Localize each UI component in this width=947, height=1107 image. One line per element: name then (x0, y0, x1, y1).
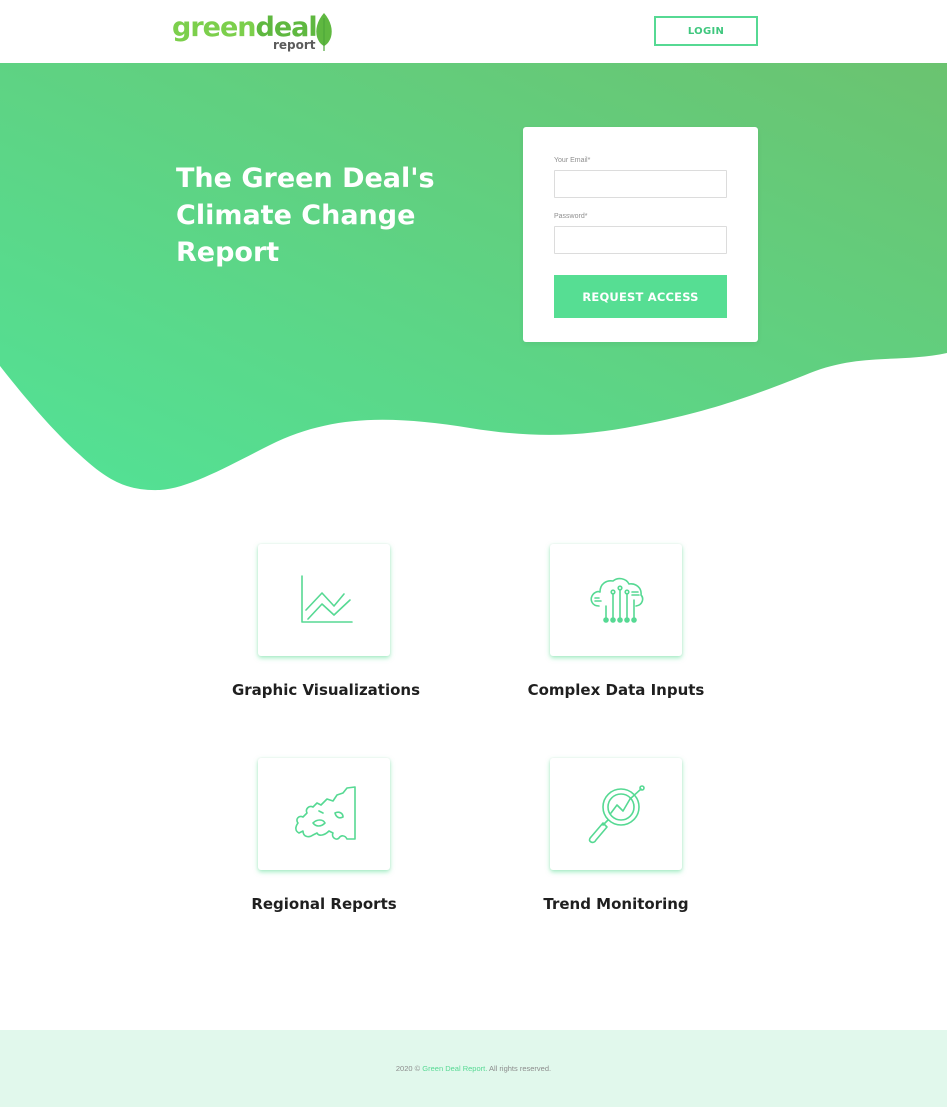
copyright-prefix: 2020 © (395, 1064, 423, 1073)
feature-label: Graphic Visualizations (231, 681, 421, 699)
site-header: greendeal report LOGIN (0, 0, 947, 63)
cloud-data-icon (590, 577, 644, 623)
password-label: Password* (554, 213, 588, 220)
feature-tile-graphic-visualizations (258, 544, 390, 656)
hero-title: The Green Deal's Climate Change Report (176, 163, 435, 268)
feature-tile-regional-reports (258, 758, 390, 870)
hero-section: The Green Deal's Climate Change Report (0, 63, 947, 493)
line-chart-icon (301, 575, 353, 623)
password-field[interactable] (554, 226, 727, 254)
request-access-button[interactable]: REQUEST ACCESS (554, 275, 727, 318)
footer-brand-link[interactable]: Green Deal Report. (422, 1064, 487, 1073)
hero-wave-background (0, 63, 947, 491)
login-button[interactable]: LOGIN (654, 16, 758, 46)
access-form-card: Your Email* Password* REQUEST ACCESS (523, 127, 758, 342)
feature-label: Complex Data Inputs (527, 681, 705, 699)
email-label: Your Email* (554, 157, 591, 164)
logo[interactable]: greendeal report (172, 12, 342, 56)
feature-label: Trend Monitoring (543, 895, 689, 913)
feature-label: Regional Reports (251, 895, 397, 913)
feature-tile-complex-data-inputs (550, 544, 682, 656)
site-footer: 2020 © Green Deal Report. All rights res… (0, 1030, 947, 1107)
logo-subtitle: report (273, 38, 316, 52)
email-field[interactable] (554, 170, 727, 198)
europe-map-icon (295, 786, 356, 840)
copyright-suffix: All rights reserved. (487, 1064, 552, 1073)
logo-word-green: green (172, 12, 256, 43)
copyright-text: 2020 © Green Deal Report. All rights res… (396, 1064, 551, 1073)
magnifier-trend-icon (588, 785, 645, 844)
leaf-icon (316, 13, 332, 51)
feature-tile-trend-monitoring (550, 758, 682, 870)
